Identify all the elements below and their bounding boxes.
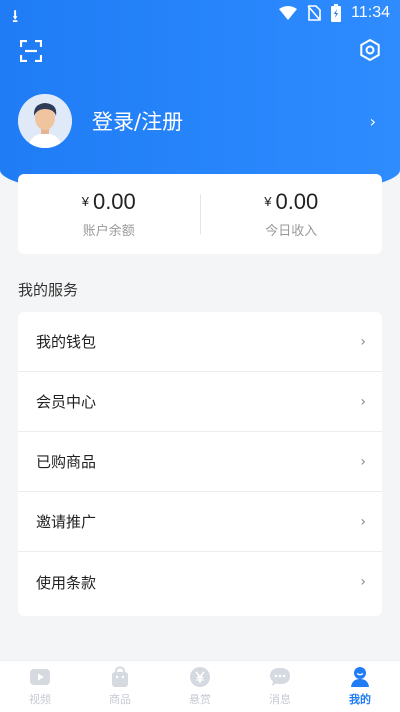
- services-list: 我的钱包 › 会员中心 › 已购商品 › 邀请推广 › 使用条款 ›: [18, 312, 382, 616]
- account-balance-amount: ¥0.00: [81, 189, 136, 214]
- service-item-wallet[interactable]: 我的钱包 ›: [18, 312, 382, 372]
- today-income-amount: ¥0.00: [264, 189, 319, 214]
- tab-video[interactable]: 视频: [0, 661, 80, 712]
- chevron-right-icon: ›: [360, 393, 366, 410]
- tab-label: 视频: [29, 693, 51, 706]
- tab-mine[interactable]: 我的: [320, 661, 400, 712]
- service-item-label: 已购商品: [36, 453, 97, 471]
- user-icon: [351, 667, 369, 687]
- shopping-bag-icon: [112, 666, 128, 687]
- today-income[interactable]: ¥0.00 今日收入: [201, 174, 383, 254]
- chat-bubble-icon: [270, 668, 290, 686]
- service-item-label: 邀请推广: [36, 513, 97, 531]
- service-item-label: 使用条款: [36, 573, 97, 592]
- login-row[interactable]: 登录/注册 ›: [18, 94, 382, 148]
- service-item-membership[interactable]: 会员中心 ›: [18, 372, 382, 432]
- tab-label: 我的: [349, 693, 371, 706]
- service-item-terms[interactable]: 使用条款 ›: [18, 552, 382, 612]
- tab-messages[interactable]: 消息: [240, 661, 320, 712]
- today-income-label: 今日收入: [265, 224, 318, 239]
- chevron-right-icon: ›: [360, 513, 366, 530]
- chevron-right-icon: ›: [360, 333, 366, 350]
- tab-bounty[interactable]: 悬赏: [160, 661, 240, 712]
- status-icons: 11:34: [279, 4, 390, 22]
- bottom-tab-bar: 视频 商品 悬赏 消息 我的: [0, 660, 400, 712]
- tab-label: 悬赏: [189, 693, 211, 706]
- tab-label: 消息: [269, 693, 291, 706]
- wifi-icon: [279, 6, 298, 20]
- service-item-invite[interactable]: 邀请推广 ›: [18, 492, 382, 552]
- tab-products[interactable]: 商品: [80, 661, 160, 712]
- balance-card: ¥0.00 账户余额 ¥0.00 今日收入: [18, 174, 382, 254]
- chevron-right-icon: ›: [360, 453, 366, 470]
- account-balance-label: 账户余额: [82, 224, 135, 239]
- no-sim-icon: [307, 5, 321, 21]
- chevron-right-icon: ›: [360, 574, 366, 590]
- status-bar: ⭳ 11:34: [0, 0, 400, 28]
- account-balance[interactable]: ¥0.00 账户余额: [18, 174, 200, 254]
- service-item-label: 我的钱包: [36, 333, 97, 351]
- status-time: 11:34: [351, 4, 390, 21]
- service-item-purchased[interactable]: 已购商品 ›: [18, 432, 382, 492]
- video-icon: [30, 669, 50, 685]
- avatar-image: [18, 94, 72, 148]
- battery-icon: [331, 4, 342, 22]
- scan-icon[interactable]: [20, 40, 42, 62]
- settings-icon[interactable]: [358, 38, 382, 62]
- service-item-label: 会员中心: [36, 393, 97, 411]
- yuan-coin-icon: [190, 667, 210, 687]
- tab-label: 商品: [109, 693, 131, 706]
- login-register-label: 登录/注册: [92, 110, 184, 134]
- avatar: [18, 94, 72, 148]
- services-section-title: 我的服务: [18, 281, 79, 299]
- chevron-right-icon: ›: [369, 111, 376, 131]
- download-icon: ⭳: [12, 6, 19, 27]
